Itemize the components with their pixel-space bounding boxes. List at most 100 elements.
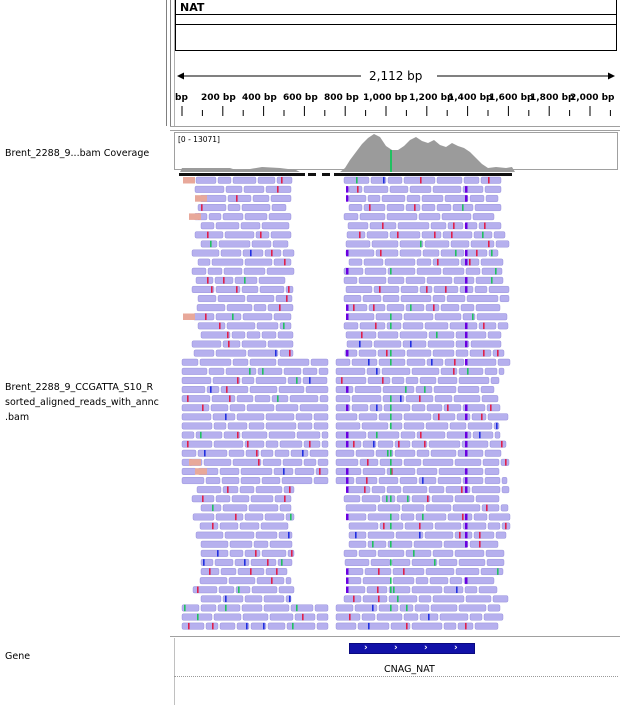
read	[335, 622, 357, 630]
mismatch-marker	[250, 249, 252, 257]
read	[449, 422, 467, 430]
read	[359, 458, 379, 466]
insertion-marker	[465, 195, 468, 202]
variant-marker	[390, 513, 392, 521]
read	[487, 522, 501, 530]
read	[200, 331, 231, 339]
read	[411, 367, 440, 375]
read	[296, 431, 321, 439]
mismatch-marker	[229, 395, 231, 402]
mismatch-marker	[292, 622, 294, 630]
mismatch-marker	[476, 249, 478, 257]
mismatch-marker	[238, 586, 240, 593]
mismatch-marker	[279, 304, 281, 311]
read	[262, 458, 282, 466]
downsampled-region-marker	[322, 173, 330, 176]
read	[381, 367, 411, 375]
read	[257, 367, 283, 375]
read	[391, 377, 405, 384]
mismatch-marker	[210, 240, 212, 248]
mismatch-marker	[490, 404, 492, 411]
read	[481, 395, 499, 403]
mismatch-marker	[454, 359, 456, 366]
read	[371, 240, 399, 248]
read	[239, 486, 255, 494]
mismatch-marker	[349, 613, 351, 621]
mismatch-marker	[372, 604, 374, 612]
mismatch-marker	[309, 440, 311, 448]
read	[481, 504, 500, 512]
read	[240, 477, 261, 484]
read	[191, 267, 207, 275]
mismatch-marker	[275, 349, 277, 357]
read	[224, 531, 255, 539]
read	[424, 240, 450, 248]
read	[215, 495, 231, 503]
read	[429, 577, 449, 585]
insertion-marker	[346, 477, 349, 484]
insertion-marker	[346, 431, 349, 439]
variant-marker	[390, 459, 392, 466]
read	[355, 449, 375, 457]
alignment-canvas[interactable]	[0, 0, 640, 705]
read	[343, 595, 362, 603]
read	[276, 176, 293, 184]
read	[318, 367, 329, 375]
variant-marker	[390, 604, 392, 612]
read	[228, 449, 245, 457]
read	[381, 495, 396, 503]
read	[290, 449, 309, 457]
read	[194, 231, 224, 239]
read	[264, 249, 282, 257]
read	[484, 449, 502, 457]
read	[406, 358, 426, 366]
read	[403, 313, 434, 321]
mismatch-marker	[483, 322, 485, 330]
read	[244, 595, 263, 603]
mismatch-marker	[422, 477, 424, 484]
mismatch-marker	[424, 386, 426, 393]
read	[205, 477, 221, 484]
mismatch-marker	[244, 277, 246, 284]
insertion-marker	[346, 468, 349, 475]
read	[367, 513, 400, 521]
read	[473, 513, 488, 521]
read	[241, 604, 263, 612]
mismatch-marker	[209, 568, 211, 575]
read	[211, 258, 244, 266]
read	[384, 258, 416, 266]
read	[458, 377, 490, 384]
read	[250, 495, 274, 503]
read	[426, 276, 453, 284]
read	[249, 358, 277, 366]
read	[455, 349, 469, 357]
mismatch-marker	[420, 240, 422, 248]
mismatch-marker	[398, 440, 400, 448]
mismatch-marker	[406, 604, 408, 612]
mismatch-marker	[434, 559, 436, 566]
read	[199, 577, 228, 585]
insertion-marker	[465, 322, 468, 330]
mismatch-marker	[459, 531, 461, 539]
mismatch-marker	[210, 386, 212, 393]
read	[265, 413, 295, 421]
mismatch-marker	[481, 413, 483, 421]
insertion-marker	[465, 413, 468, 421]
read	[242, 249, 264, 257]
read	[444, 194, 469, 202]
mismatch-marker	[271, 577, 273, 584]
mismatch-marker	[479, 541, 481, 548]
gene-feature-cnag-nat[interactable]: › › › ›	[349, 643, 475, 654]
read	[345, 249, 375, 257]
mismatch-marker	[203, 559, 205, 566]
read	[465, 595, 492, 603]
read	[310, 358, 329, 366]
read	[443, 540, 469, 548]
mismatch-marker	[356, 177, 358, 184]
read	[470, 240, 495, 248]
insertion-marker	[465, 277, 468, 284]
read	[215, 222, 240, 230]
read	[195, 531, 224, 539]
mismatch-marker	[377, 586, 379, 593]
insertion-marker	[346, 440, 349, 448]
